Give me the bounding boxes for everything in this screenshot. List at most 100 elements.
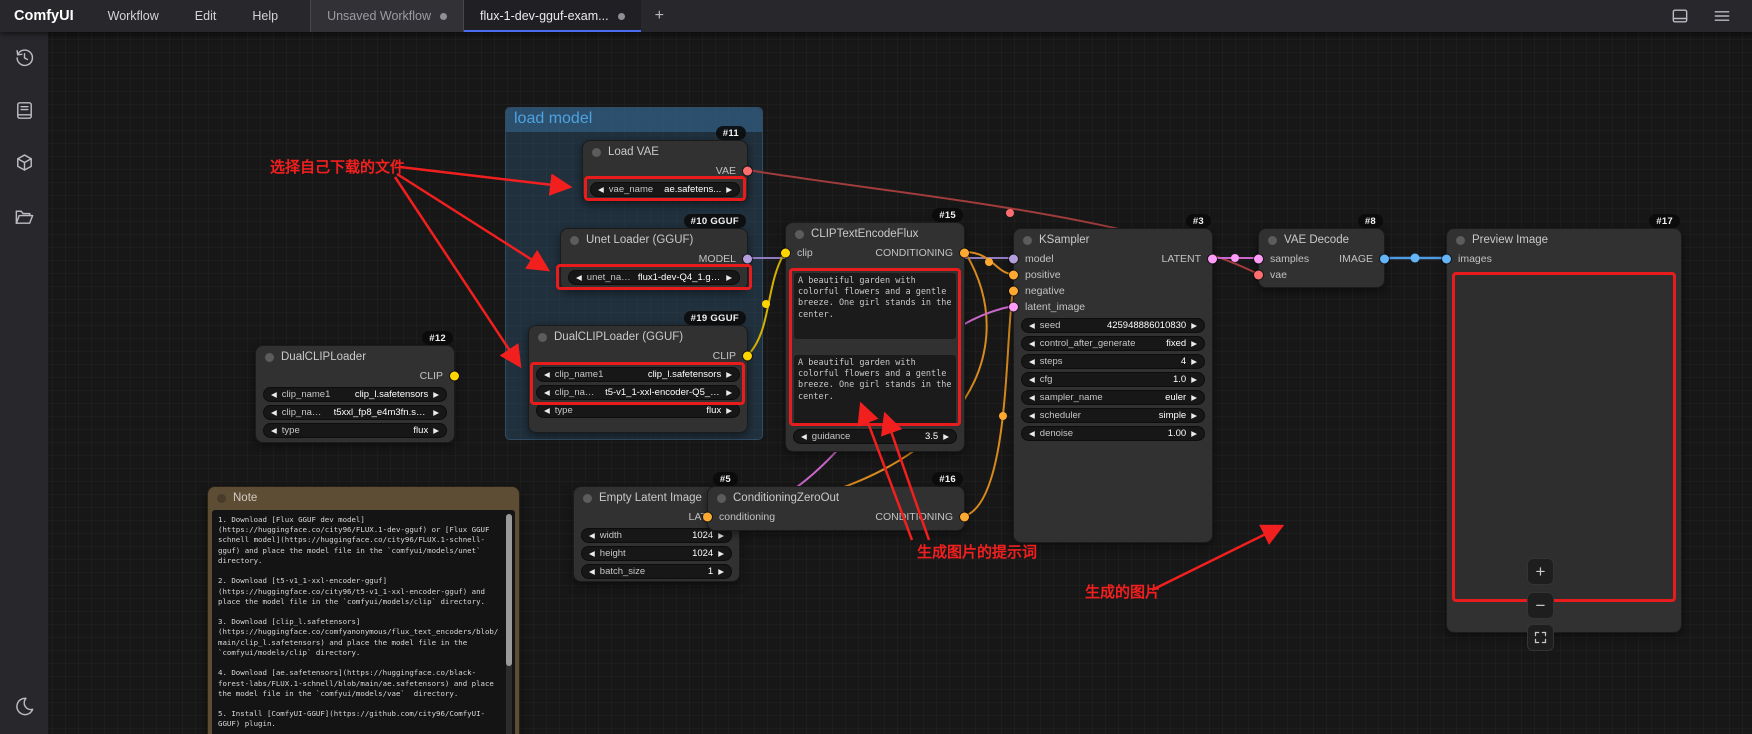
- widget-cfg[interactable]: ◀cfg1.0▶: [1021, 372, 1205, 387]
- output-port-image[interactable]: [1380, 255, 1389, 264]
- new-tab-button[interactable]: +: [641, 0, 678, 32]
- decrement-icon[interactable]: ◀: [801, 432, 807, 441]
- decrement-icon[interactable]: ◀: [271, 390, 277, 399]
- decrement-icon[interactable]: ◀: [589, 567, 595, 576]
- menu-workflow[interactable]: Workflow: [90, 0, 177, 32]
- menu-help[interactable]: Help: [234, 0, 296, 32]
- fit-view-button[interactable]: [1527, 624, 1554, 651]
- decrement-icon[interactable]: ◀: [1029, 321, 1035, 330]
- widget-clip-name1[interactable]: ◀clip_name1clip_l.safetensors▶: [536, 367, 740, 382]
- widget-clip-name2[interactable]: ◀clip_name2t5xxl_fp8_e4m3fn.saf...▶: [263, 405, 447, 420]
- unsaved-dot-icon[interactable]: [440, 13, 447, 20]
- collapse-dot-icon[interactable]: [570, 236, 579, 245]
- node-header[interactable]: VAE Decode: [1259, 229, 1384, 251]
- increment-icon[interactable]: ▶: [1191, 357, 1197, 366]
- increment-icon[interactable]: ▶: [726, 406, 732, 415]
- node-clip-text-encode-flux[interactable]: #15 CLIPTextEncodeFlux clipCONDITIONING …: [785, 222, 965, 452]
- decrement-icon[interactable]: ◀: [589, 549, 595, 558]
- node-ksampler[interactable]: #3 KSampler modelLATENT positive negativ…: [1013, 228, 1213, 543]
- increment-icon[interactable]: ▶: [726, 388, 732, 397]
- node-preview-image[interactable]: #17 Preview Image images: [1446, 228, 1682, 633]
- input-port-latent-image[interactable]: [1009, 303, 1018, 312]
- node-conditioning-zero-out[interactable]: #16 ConditioningZeroOut conditioningCOND…: [707, 486, 965, 531]
- increment-icon[interactable]: ▶: [433, 408, 439, 417]
- widget-unet-name[interactable]: ◀unet_nameflux1-dev-Q4_1.gguf▶: [568, 270, 740, 285]
- unsaved-dot-icon[interactable]: [618, 13, 625, 20]
- node-header[interactable]: CLIPTextEncodeFlux: [786, 223, 964, 245]
- increment-icon[interactable]: ▶: [1191, 411, 1197, 420]
- increment-icon[interactable]: ▶: [726, 185, 732, 194]
- collapse-dot-icon[interactable]: [265, 353, 274, 362]
- widget-clip-name2[interactable]: ◀clip_name2t5-v1_1-xxl-encoder-Q5_K_...▶: [536, 385, 740, 400]
- decrement-icon[interactable]: ◀: [1029, 429, 1035, 438]
- tab-unsaved-workflow[interactable]: Unsaved Workflow: [310, 0, 464, 32]
- queue-log-icon[interactable]: [13, 99, 36, 122]
- widget-seed[interactable]: ◀seed425948886010830▶: [1021, 318, 1205, 333]
- collapse-dot-icon[interactable]: [538, 333, 547, 342]
- decrement-icon[interactable]: ◀: [544, 370, 550, 379]
- menu-edit[interactable]: Edit: [177, 0, 235, 32]
- widget-height[interactable]: ◀height1024▶: [581, 546, 732, 561]
- zoom-in-button[interactable]: +: [1527, 558, 1554, 585]
- decrement-icon[interactable]: ◀: [1029, 339, 1035, 348]
- theme-toggle-moon-icon[interactable]: [13, 695, 36, 718]
- decrement-icon[interactable]: ◀: [576, 273, 582, 282]
- history-icon[interactable]: [13, 46, 36, 69]
- prompt-textarea-clip-l[interactable]: A beautiful garden with colorful flowers…: [794, 273, 956, 339]
- output-port-conditioning[interactable]: [960, 513, 969, 522]
- app-logo[interactable]: ComfyUI: [0, 0, 90, 32]
- node-header[interactable]: Note: [208, 487, 519, 509]
- input-port-samples[interactable]: [1254, 255, 1263, 264]
- input-port-conditioning[interactable]: [703, 513, 712, 522]
- widget-control-after-generate[interactable]: ◀control_after_generatefixed▶: [1021, 336, 1205, 351]
- increment-icon[interactable]: ▶: [943, 432, 949, 441]
- node-library-icon[interactable]: [13, 152, 36, 175]
- widget-batch-size[interactable]: ◀batch_size1▶: [581, 564, 732, 579]
- node-header[interactable]: KSampler: [1014, 229, 1212, 251]
- input-port-model[interactable]: [1009, 255, 1018, 264]
- zoom-out-button[interactable]: −: [1527, 592, 1554, 619]
- workflows-folder-icon[interactable]: [13, 205, 36, 228]
- output-port-clip[interactable]: [743, 352, 752, 361]
- increment-icon[interactable]: ▶: [718, 567, 724, 576]
- collapse-dot-icon[interactable]: [217, 494, 226, 503]
- node-header[interactable]: Unet Loader (GGUF): [561, 229, 747, 251]
- menu-hamburger-icon[interactable]: [1712, 6, 1732, 26]
- node-header[interactable]: Load VAE: [583, 141, 747, 163]
- decrement-icon[interactable]: ◀: [544, 406, 550, 415]
- input-port-positive[interactable]: [1009, 271, 1018, 280]
- prompt-textarea-t5xxl[interactable]: A beautiful garden with colorful flowers…: [794, 355, 956, 425]
- decrement-icon[interactable]: ◀: [271, 408, 277, 417]
- tab-flux-gguf-example[interactable]: flux-1-dev-gguf-exam...: [464, 0, 641, 32]
- widget-steps[interactable]: ◀steps4▶: [1021, 354, 1205, 369]
- note-scrollbar[interactable]: [506, 514, 512, 734]
- increment-icon[interactable]: ▶: [726, 273, 732, 282]
- collapse-dot-icon[interactable]: [583, 494, 592, 503]
- decrement-icon[interactable]: ◀: [1029, 411, 1035, 420]
- widget-vae-name[interactable]: ◀vae_nameae.safetens...▶: [590, 182, 740, 197]
- decrement-icon[interactable]: ◀: [598, 185, 604, 194]
- node-header[interactable]: Preview Image: [1447, 229, 1681, 251]
- node-header[interactable]: DualCLIPLoader (GGUF): [529, 326, 747, 348]
- decrement-icon[interactable]: ◀: [589, 531, 595, 540]
- collapse-dot-icon[interactable]: [1023, 236, 1032, 245]
- output-port-clip[interactable]: [450, 372, 459, 381]
- node-header[interactable]: ConditioningZeroOut: [708, 487, 964, 509]
- collapse-dot-icon[interactable]: [717, 494, 726, 503]
- widget-scheduler[interactable]: ◀schedulersimple▶: [1021, 408, 1205, 423]
- output-port-latent[interactable]: [1208, 255, 1217, 264]
- note-text[interactable]: 1. Download [Flux GGUF dev model] (https…: [218, 515, 499, 734]
- decrement-icon[interactable]: ◀: [544, 388, 550, 397]
- note-scrollbar-thumb[interactable]: [506, 514, 512, 666]
- increment-icon[interactable]: ▶: [1191, 393, 1197, 402]
- increment-icon[interactable]: ▶: [433, 426, 439, 435]
- increment-icon[interactable]: ▶: [1191, 321, 1197, 330]
- input-port-vae[interactable]: [1254, 271, 1263, 280]
- increment-icon[interactable]: ▶: [433, 390, 439, 399]
- widget-width[interactable]: ◀width1024▶: [581, 528, 732, 543]
- input-port-clip[interactable]: [781, 249, 790, 258]
- widget-clip-name1[interactable]: ◀clip_name1clip_l.safetensors▶: [263, 387, 447, 402]
- collapse-dot-icon[interactable]: [1268, 236, 1277, 245]
- panel-toggle-icon[interactable]: [1670, 6, 1690, 26]
- increment-icon[interactable]: ▶: [1191, 429, 1197, 438]
